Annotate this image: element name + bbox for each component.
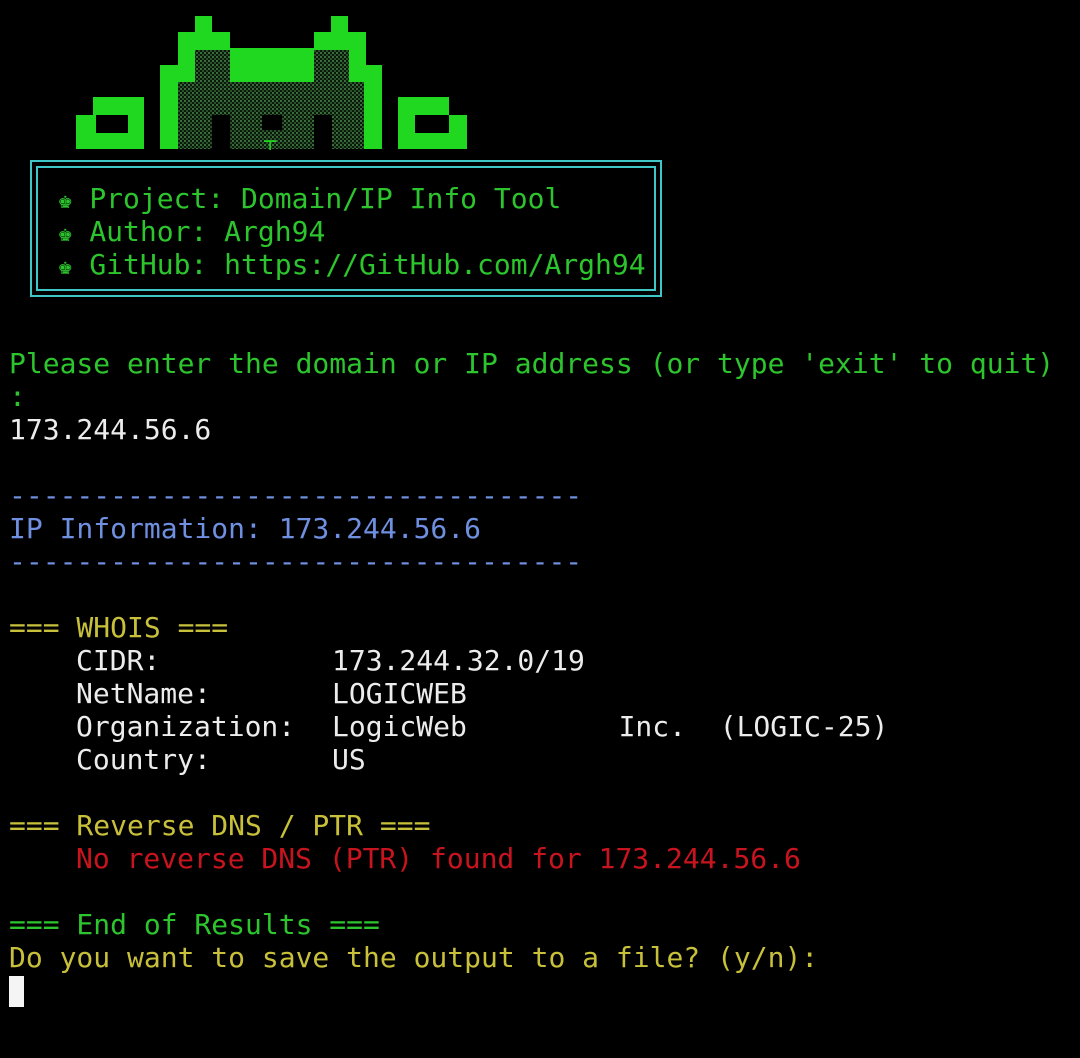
crown-icon: ♚ bbox=[58, 252, 73, 280]
separator-bottom: ---------------------------------- bbox=[9, 545, 583, 578]
ip-information-title: IP Information: 173.244.56.6 bbox=[9, 512, 482, 545]
input-prompt-colon: : bbox=[9, 380, 26, 413]
crown-icon: ♚ bbox=[58, 186, 73, 214]
terminal-cursor[interactable] bbox=[9, 976, 24, 1007]
reverse-dns-header: === Reverse DNS / PTR === bbox=[9, 809, 431, 842]
save-prompt: Do you want to save the output to a file… bbox=[9, 941, 819, 974]
end-of-results: === End of Results === bbox=[9, 908, 380, 941]
entered-address: 173.244.56.6 bbox=[9, 413, 212, 446]
whois-value: 173.244.32.0/19 bbox=[332, 644, 585, 677]
whois-value: US bbox=[332, 743, 366, 776]
whois-header: === WHOIS === bbox=[9, 611, 229, 644]
whois-key: CIDR: bbox=[76, 644, 161, 677]
ascii-logo: ┬ bbox=[76, 16, 467, 150]
whois-key: Organization: bbox=[76, 710, 296, 743]
banner-author-line: ♚ Author: Argh94 bbox=[58, 215, 326, 248]
separator-top: ---------------------------------- bbox=[9, 479, 583, 512]
input-prompt: Please enter the domain or IP address (o… bbox=[9, 347, 1055, 380]
whois-key: Country: bbox=[76, 743, 211, 776]
crown-icon: ♚ bbox=[58, 219, 73, 247]
svg-text:┬: ┬ bbox=[263, 129, 277, 150]
whois-value: LOGICWEB bbox=[332, 677, 467, 710]
whois-value: LogicWeb Inc. (LOGIC-25) bbox=[332, 710, 889, 743]
banner-github-line: ♚ GitHub: https://GitHub.com/Argh94 bbox=[58, 248, 646, 281]
banner-project-line: ♚ Project: Domain/IP Info Tool bbox=[58, 182, 562, 215]
reverse-dns-error: No reverse DNS (PTR) found for 173.244.5… bbox=[76, 842, 801, 875]
whois-key: NetName: bbox=[76, 677, 211, 710]
